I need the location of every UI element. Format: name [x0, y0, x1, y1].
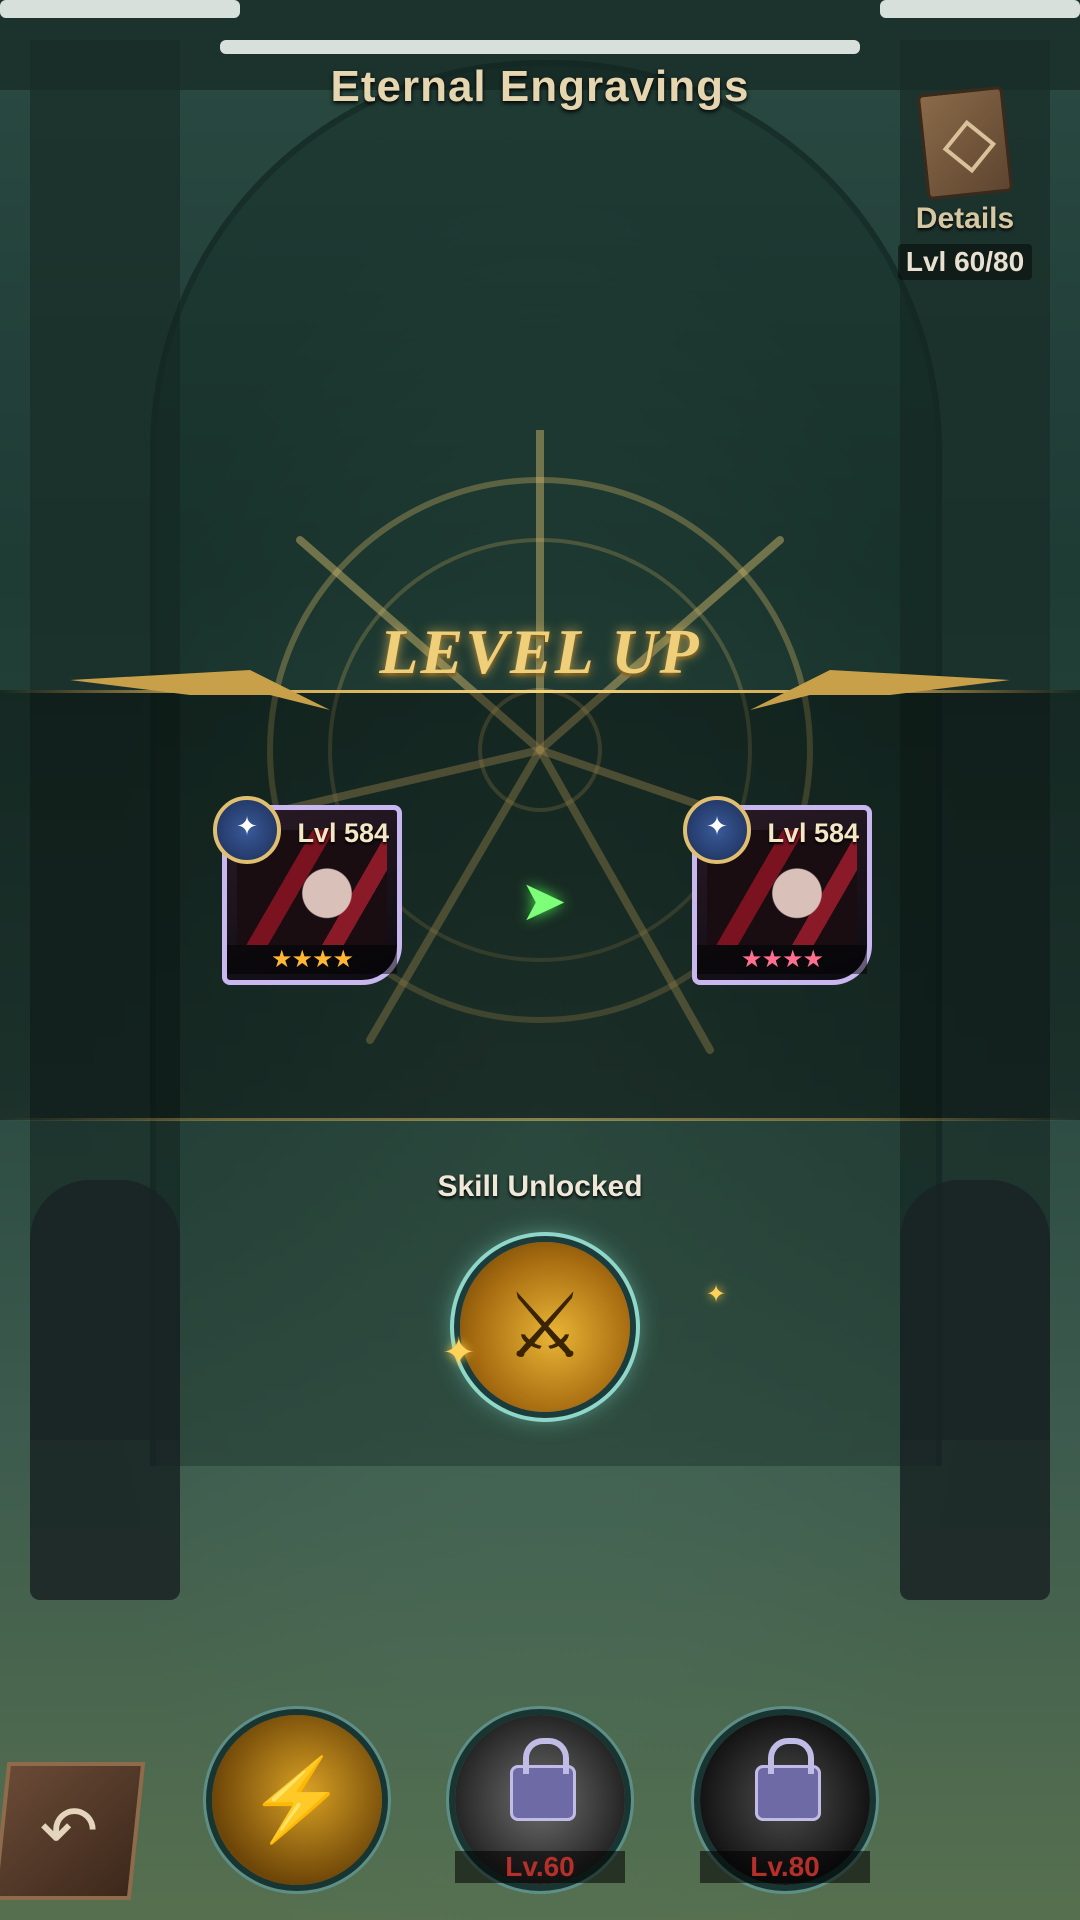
hero-stars: ★★★★: [227, 945, 397, 974]
divider: [0, 1118, 1080, 1121]
back-button[interactable]: ↶: [0, 1762, 146, 1900]
unlocked-skill-icon[interactable]: ⚔: [460, 1242, 630, 1412]
details-button[interactable]: Details Lvl 60/80: [890, 85, 1040, 280]
sparkle-icon: ✦: [442, 1331, 476, 1375]
back-arrow-icon: ↶: [39, 1792, 99, 1870]
lock-icon: [510, 1738, 576, 1821]
skill-unlocked-label: Skill Unlocked: [437, 1170, 643, 1203]
hero-level: Lvl 584: [767, 818, 859, 848]
snow-ledge: [220, 40, 860, 54]
sparkle-icon: ✦: [706, 1281, 727, 1308]
skill-slot-3[interactable]: Lv.80: [700, 1715, 870, 1885]
rank-badge-icon: ✦: [683, 796, 751, 864]
knight-statue-left: [30, 1180, 180, 1600]
arrow-right-icon: ➤: [520, 869, 567, 932]
hero-card-before: ✦ Lvl 584 ★★★★: [213, 796, 402, 985]
required-level: Lv.60: [455, 1851, 625, 1883]
book-icon: [916, 85, 1014, 201]
skill-slot-1[interactable]: ⚡: [212, 1715, 382, 1885]
hero-card-after: ✦ Lvl 584 ★★★★: [683, 796, 872, 985]
required-level: Lv.80: [700, 1851, 870, 1883]
hero-level: Lvl 584: [297, 818, 389, 848]
skill-slot-2[interactable]: Lv.60: [455, 1715, 625, 1885]
hero-stars: ★★★★: [697, 945, 867, 974]
rank-badge-icon: ✦: [213, 796, 281, 864]
snow-ledge: [0, 0, 240, 18]
level-up-banner: LEVEL UP: [379, 616, 701, 687]
snow-ledge: [880, 0, 1080, 18]
lock-icon: [755, 1738, 821, 1821]
engraving-level: Lvl 60/80: [897, 244, 1033, 280]
knight-statue-right: [900, 1180, 1050, 1600]
details-label: Details: [915, 202, 1015, 235]
